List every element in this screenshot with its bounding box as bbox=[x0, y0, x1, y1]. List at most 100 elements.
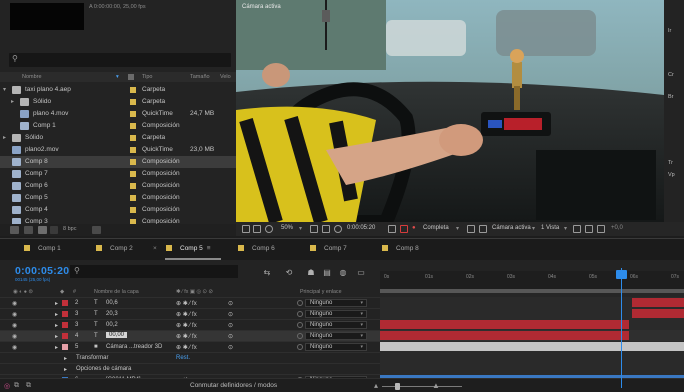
region-of-interest-icon[interactable] bbox=[467, 225, 475, 233]
layer-track[interactable] bbox=[380, 352, 684, 363]
column-rate[interactable]: Velo bbox=[220, 74, 231, 80]
mask-visibility-icon[interactable] bbox=[265, 225, 273, 233]
property-reset[interactable]: Rest. bbox=[176, 355, 190, 361]
chevron-right-icon[interactable]: ▸ bbox=[11, 98, 14, 105]
layer-switches[interactable]: ⊕ ✱ ⁄ fx bbox=[176, 311, 197, 318]
project-item[interactable]: plano2.mov QuickTime 23,0 MB bbox=[0, 144, 236, 156]
project-search-input[interactable]: ⚲ bbox=[9, 53, 231, 67]
tab-comp-7[interactable]: Comp 7 bbox=[310, 245, 347, 257]
time-ruler[interactable]: 0s 01s 02s 03s 04s 05s 06s 07s bbox=[380, 271, 684, 289]
label-color-swatch[interactable] bbox=[130, 123, 136, 129]
pick-whip-icon[interactable] bbox=[297, 322, 303, 328]
composition-viewer[interactable]: Cámara activa bbox=[236, 0, 664, 222]
pick-whip-icon[interactable] bbox=[297, 333, 303, 339]
layer-mode-icon[interactable]: ⊙ bbox=[228, 311, 233, 318]
chevron-right-icon[interactable]: ▸ bbox=[55, 322, 58, 329]
layer-track[interactable] bbox=[380, 363, 684, 374]
expand-switches-icon[interactable]: ⧉ bbox=[14, 382, 19, 390]
3d-renderer-icon[interactable] bbox=[597, 225, 605, 233]
layer-track[interactable] bbox=[380, 330, 684, 341]
layer-duration-bar[interactable] bbox=[632, 298, 684, 307]
visibility-eye-icon[interactable]: ◉ bbox=[12, 333, 17, 340]
render-time-icon[interactable]: ◎ bbox=[4, 382, 10, 390]
chevron-right-icon[interactable]: ▸ bbox=[55, 333, 58, 340]
project-item[interactable]: Comp 8 Composición bbox=[0, 156, 236, 168]
label-color-swatch[interactable] bbox=[62, 311, 68, 317]
project-item[interactable]: plano 4.mov QuickTime 24,7 MB bbox=[0, 108, 236, 120]
layer-track[interactable] bbox=[380, 341, 684, 352]
chevron-down-icon[interactable]: ▾ bbox=[299, 225, 302, 232]
zoom-out-icon[interactable]: ▴ bbox=[374, 381, 378, 390]
visibility-eye-icon[interactable]: ◉ bbox=[12, 311, 17, 318]
graph-editor-icon[interactable]: ▭ bbox=[356, 268, 366, 278]
visibility-eye-icon[interactable]: ◉ bbox=[12, 322, 17, 329]
close-tab-icon[interactable]: × bbox=[153, 245, 157, 257]
views-select[interactable]: 1 Vista bbox=[541, 225, 559, 231]
layer-row[interactable]: ◉ ▸ 2 T 00,6 ⊕ ✱ ⁄ fx ⊙ Ninguno ▾ bbox=[0, 297, 380, 308]
layer-track[interactable] bbox=[380, 297, 684, 308]
tab-comp-5[interactable]: Comp 5 ≡ bbox=[166, 245, 211, 257]
resolution-select[interactable]: Completa bbox=[423, 225, 449, 231]
property-group-row[interactable]: ▸ Opciones de cámara bbox=[0, 363, 380, 374]
always-preview-icon[interactable] bbox=[242, 225, 250, 233]
layer-switches[interactable]: ⊕ ✱ ⁄ fx bbox=[176, 300, 197, 307]
new-composition-icon[interactable] bbox=[38, 226, 47, 234]
layer-name[interactable]: 00,6 bbox=[106, 300, 118, 306]
project-item[interactable]: ▸ Sólido Carpeta bbox=[0, 132, 236, 144]
interpret-footage-icon[interactable] bbox=[10, 226, 19, 234]
parent-select[interactable]: Ninguno ▾ bbox=[305, 310, 367, 318]
project-item[interactable]: Comp 6 Composición bbox=[0, 180, 236, 192]
column-name[interactable]: Nombre bbox=[22, 74, 42, 80]
label-color-swatch[interactable] bbox=[62, 333, 68, 339]
layer-row[interactable]: ◉ ▸ 4 T 00,00 ⊕ ✱ ⁄ fx ⊙ Ninguno ▾ bbox=[0, 330, 380, 341]
label-color-swatch[interactable] bbox=[130, 135, 136, 141]
time-zoom-slider[interactable] bbox=[382, 386, 462, 387]
chevron-right-icon[interactable]: ▸ bbox=[64, 366, 67, 373]
channel-icon[interactable]: ● bbox=[412, 225, 416, 231]
project-item[interactable]: Comp 1 Composición bbox=[0, 120, 236, 132]
layer-row[interactable]: ◉ ▸ 3 T 20,3 ⊕ ✱ ⁄ fx ⊙ Ninguno ▾ bbox=[0, 308, 380, 319]
project-item[interactable]: Comp 4 Composición bbox=[0, 204, 236, 216]
layer-name[interactable]: 20,3 bbox=[106, 311, 118, 317]
chevron-right-icon[interactable]: ▸ bbox=[64, 355, 67, 362]
bit-depth-toggle[interactable]: 8 bpc bbox=[63, 226, 76, 232]
grid-icon[interactable] bbox=[322, 225, 330, 233]
chevron-right-icon[interactable]: ▸ bbox=[55, 344, 58, 351]
time-zoom-handle[interactable] bbox=[395, 383, 400, 390]
tab-menu-icon[interactable]: ≡ bbox=[207, 245, 211, 252]
monitor-icon[interactable] bbox=[253, 225, 261, 233]
zoom-in-icon[interactable]: ▲ bbox=[432, 381, 440, 390]
parent-select[interactable]: Ninguno ▾ bbox=[305, 332, 367, 340]
exposure-value[interactable]: +0,0 bbox=[611, 225, 623, 231]
label-color-swatch[interactable] bbox=[130, 111, 136, 117]
current-time-indicator[interactable] bbox=[621, 268, 622, 388]
pick-whip-icon[interactable] bbox=[297, 344, 303, 350]
layer-mode-icon[interactable]: ⊙ bbox=[228, 333, 233, 340]
layer-switches[interactable]: ⊕ ✱ ⁄ fx bbox=[176, 322, 197, 329]
parent-select[interactable]: Ninguno ▾ bbox=[305, 343, 367, 351]
layer-name[interactable]: 00,2 bbox=[106, 322, 118, 328]
label-color-swatch[interactable] bbox=[130, 87, 136, 93]
project-item[interactable]: Comp 7 Composición bbox=[0, 168, 236, 180]
layer-mode-icon[interactable]: ⊙ bbox=[228, 322, 233, 329]
label-color-swatch[interactable] bbox=[130, 183, 136, 189]
timeline-search-input[interactable]: ⚲ bbox=[70, 265, 238, 278]
column-size[interactable]: Tamaño bbox=[190, 74, 210, 80]
project-item[interactable]: ▾ taxi plano 4.aep Carpeta bbox=[0, 84, 236, 96]
pick-whip-icon[interactable] bbox=[297, 300, 303, 306]
layer-switches[interactable]: ⊕ ✱ ⁄ fx bbox=[176, 333, 197, 340]
chevron-right-icon[interactable]: ▸ bbox=[55, 311, 58, 318]
composition-mini-flowchart-icon[interactable]: ⇆ bbox=[262, 268, 272, 278]
fit-icon[interactable] bbox=[310, 225, 318, 233]
column-layer-name[interactable]: Nombre de la capa bbox=[94, 289, 139, 295]
label-color-swatch[interactable] bbox=[130, 147, 136, 153]
project-settings-icon[interactable] bbox=[50, 226, 58, 234]
label-color-swatch[interactable] bbox=[62, 344, 68, 350]
motion-blur-icon[interactable]: ◍ bbox=[338, 268, 348, 278]
layer-duration-bar[interactable] bbox=[632, 309, 684, 318]
label-color-swatch[interactable] bbox=[130, 207, 136, 213]
visibility-eye-icon[interactable]: ◉ bbox=[12, 344, 17, 351]
shy-layers-icon[interactable]: ☗ bbox=[306, 268, 316, 278]
parent-select[interactable]: Ninguno ▾ bbox=[305, 321, 367, 329]
tab-comp-8[interactable]: Comp 8 bbox=[382, 245, 419, 257]
